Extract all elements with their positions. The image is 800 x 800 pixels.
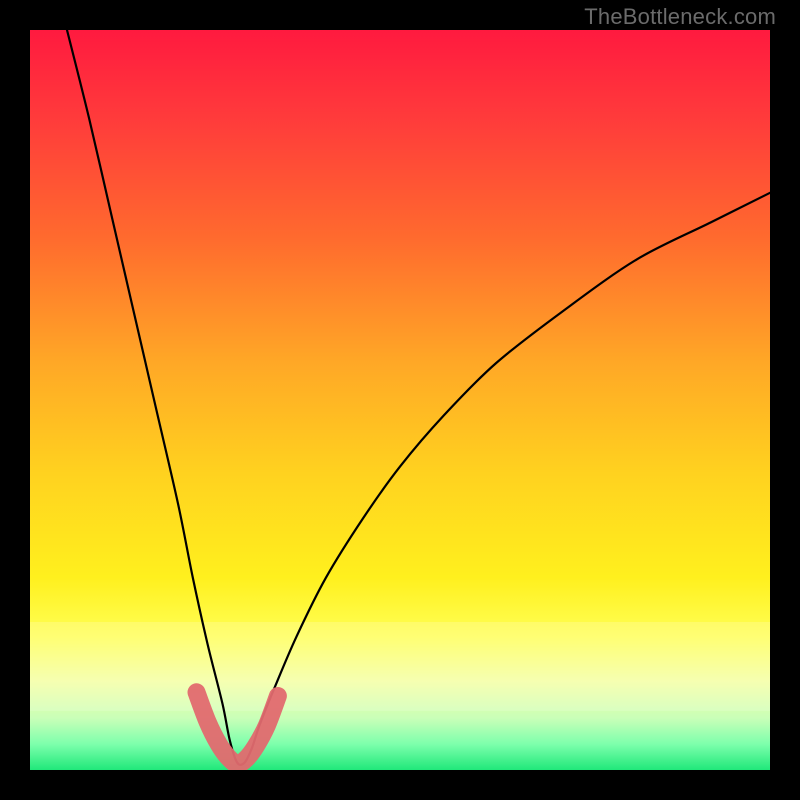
watermark-text: TheBottleneck.com: [584, 4, 776, 30]
bottleneck-curve: [67, 30, 770, 765]
plot-area: [30, 30, 770, 770]
curve-layer: [30, 30, 770, 770]
highlight-band: [197, 692, 278, 764]
chart-frame: TheBottleneck.com: [0, 0, 800, 800]
